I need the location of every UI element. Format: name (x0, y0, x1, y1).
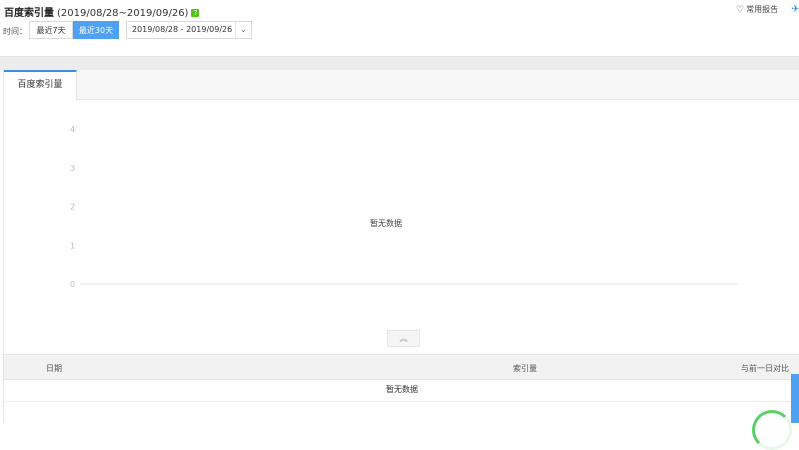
double-chevron-up-icon: ︽ (399, 334, 408, 343)
report-title: 百度索引量 (4, 8, 54, 19)
date-range-value: 2019/08/28 - 2019/09/26 (132, 25, 233, 34)
date-range-divider (235, 22, 236, 38)
column-compare[interactable]: 与前一日对比 (741, 363, 789, 374)
y-tick-label: 3 (70, 164, 75, 173)
page-title: 百度索引量 (2019/08/28~2019/09/26)? (4, 4, 200, 19)
last-30-days-button[interactable]: 最近30天 (73, 21, 119, 39)
time-label: 时间： (3, 27, 27, 36)
y-tick-label: 2 (70, 203, 75, 212)
section-divider (0, 56, 799, 70)
last-7-days-button[interactable]: 最近7天 (29, 21, 73, 39)
report-panel: 百度索引量 4 3 2 1 0 暂无数据 ︽ 日期 索引量 与前一日对比 暂无数据 (3, 70, 799, 423)
favorite-report-label: 常用报告 (746, 5, 779, 14)
help-icon[interactable]: ? (191, 9, 200, 17)
table-header: 日期 索引量 与前一日对比 (4, 354, 799, 380)
scrollbar-thumb[interactable] (791, 374, 799, 423)
y-tick-label: 1 (70, 241, 75, 250)
table-empty-row: 暂无数据 (4, 380, 799, 402)
report-date-range: (2019/08/28~2019/09/26) (57, 8, 189, 19)
tab-bar: 百度索引量 (4, 70, 799, 100)
y-tick-label: 0 (70, 280, 75, 289)
chevron-down-icon[interactable]: ⌄ (240, 22, 247, 38)
column-date[interactable]: 日期 (46, 363, 62, 374)
column-index[interactable]: 索引量 (513, 363, 537, 374)
collapse-chart-button[interactable]: ︽ (387, 330, 420, 347)
tab-baidu-index[interactable]: 百度索引量 (4, 70, 77, 100)
pin-icon[interactable]: ✈ (791, 4, 799, 15)
date-range-picker[interactable]: 2019/08/28 - 2019/09/26 ⌄ (126, 21, 252, 39)
index-chart: 4 3 2 1 0 暂无数据 (4, 100, 799, 330)
chart-empty-label: 暂无数据 (370, 219, 402, 228)
chart-svg: 4 3 2 1 0 (70, 125, 739, 289)
y-tick-label: 4 (70, 125, 75, 134)
heart-icon: ♡ (736, 5, 745, 15)
favorite-report-link[interactable]: ♡ 常用报告 (736, 4, 778, 15)
report-header: 百度索引量 (2019/08/28~2019/09/26)? ♡ 常用报告 ✈ 时间… (0, 0, 799, 56)
loading-spinner-icon (752, 410, 792, 450)
